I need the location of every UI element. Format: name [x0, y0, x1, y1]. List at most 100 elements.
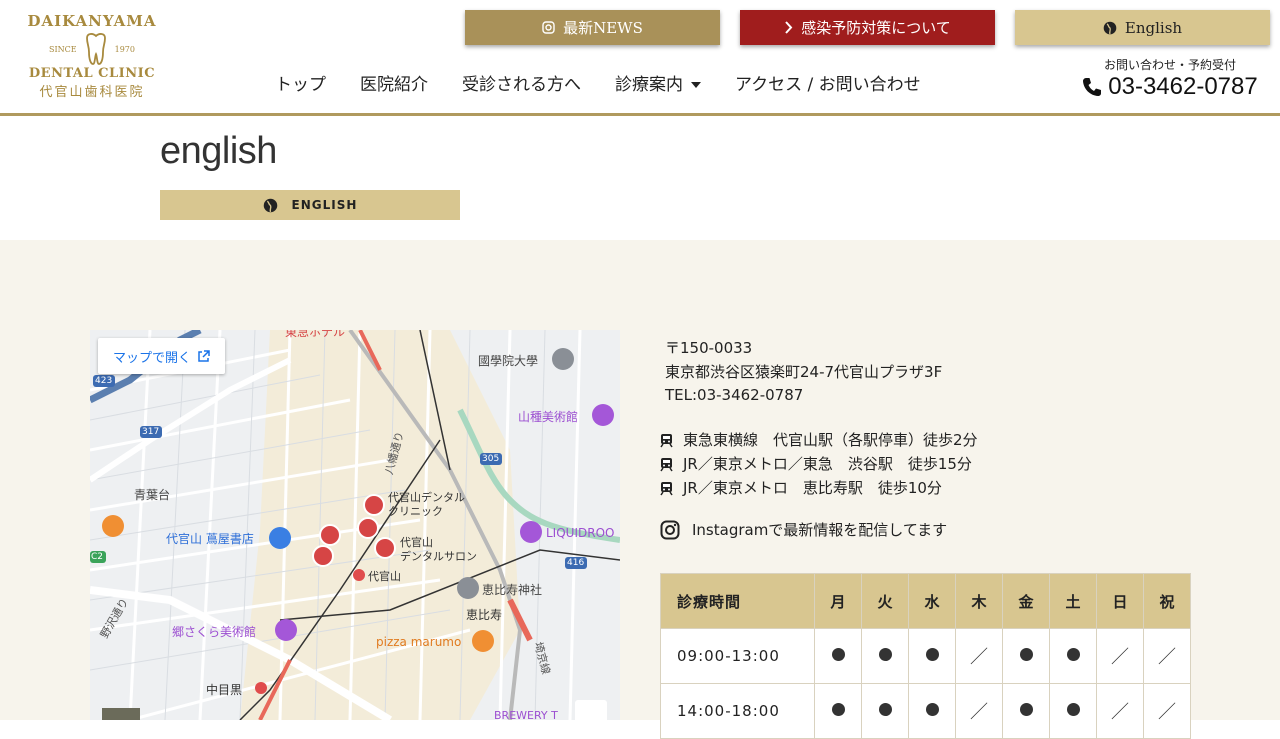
map-label: 代官山 — [368, 570, 401, 583]
availability-cell — [1002, 628, 1050, 684]
globe-icon — [1103, 21, 1117, 34]
tooth-icon — [85, 33, 106, 65]
infection-control-button[interactable]: 感染予防対策について — [740, 10, 995, 45]
availability-cell: ／ — [1096, 683, 1144, 739]
train-icon — [660, 481, 673, 495]
chevron-right-icon — [785, 21, 793, 34]
logo-japanese: 代官山歯科医院 — [39, 85, 145, 100]
availability-cell — [1002, 683, 1050, 739]
closed-slash: ／ — [970, 647, 988, 668]
availability-cell: ／ — [955, 628, 1003, 684]
open-dot-icon — [1019, 648, 1033, 661]
phone-number[interactable]: TEL:03-3462-0787 — [665, 384, 942, 408]
open-dot-icon — [831, 648, 845, 661]
availability-cell — [1049, 683, 1097, 739]
site-header: DAIKANYAMA SINCE 1970 DENTAL CLINIC 代官山歯… — [0, 0, 1280, 116]
map-label: LIQUIDROO — [546, 526, 615, 540]
availability-cell: ／ — [1096, 628, 1144, 684]
route-shield: 416 — [567, 558, 585, 568]
access-item: JR／東京メトロ 恵比寿駅 徒歩10分 — [660, 476, 978, 500]
open-dot-icon — [831, 703, 845, 716]
nav-access[interactable]: アクセス / お問い合わせ — [718, 66, 938, 99]
availability-cell — [814, 683, 862, 739]
train-icon — [660, 457, 673, 471]
train-icon — [660, 433, 673, 447]
availability-cell — [908, 628, 956, 684]
time-slot: 09:00-13:00 — [660, 628, 815, 684]
english-section-button[interactable]: ENGLISH — [160, 190, 460, 220]
closed-slash: ／ — [1158, 647, 1176, 668]
table-row: 14:00-18:00 ／／／ — [660, 683, 1191, 739]
nav-patients[interactable]: 受診される方へ — [445, 66, 598, 99]
availability-cell: ／ — [1143, 683, 1191, 739]
open-dot-icon — [1066, 648, 1080, 661]
map-label: 青葉台 — [134, 488, 171, 502]
open-in-maps-button[interactable]: マップで開く — [98, 338, 225, 374]
map-label: pizza marumo — [376, 635, 462, 649]
closed-slash: ／ — [1111, 647, 1129, 668]
english-button[interactable]: English — [1015, 10, 1270, 45]
logo-since: SINCE 1970 — [22, 32, 162, 66]
route-shield: 423 — [95, 376, 113, 386]
zip-code: 〒150-0033 — [665, 339, 753, 357]
map-label: 郷さくら美術館 — [172, 625, 257, 639]
access-item: 東急東横線 代官山駅（各駅停車）徒歩2分 — [660, 428, 978, 452]
day-header: 祝 — [1143, 573, 1191, 629]
address-block: 〒150-0033 東京都渋谷区猿楽町24-7代官山プラザ3F TEL:03-3… — [665, 337, 942, 408]
logo-name: DAIKANYAMA — [27, 12, 157, 30]
main-nav: トップ 医院紹介 受診される方へ 診療案内 アクセス / お問い合わせ — [258, 66, 938, 99]
news-button[interactable]: 最新NEWS — [465, 10, 720, 45]
availability-cell — [814, 628, 862, 684]
open-dot-icon — [925, 703, 939, 716]
logo-subtitle: DENTAL CLINIC — [28, 66, 156, 81]
day-header: 日 — [1096, 573, 1144, 629]
day-header: 水 — [908, 573, 956, 629]
map-label: 東急ホテル — [285, 330, 346, 339]
map-label: 國學院大學 — [478, 354, 539, 368]
external-link-icon — [198, 349, 210, 362]
map-label: 恵比寿 — [466, 608, 503, 622]
availability-cell — [1049, 628, 1097, 684]
phone-link[interactable]: 03-3462-0787 — [1080, 73, 1260, 101]
map-label: 代官山デンタル クリニック — [388, 491, 465, 518]
map-label: 山種美術館 — [518, 410, 579, 424]
hours-header: 診療時間 — [660, 573, 815, 629]
clinic-logo[interactable]: DAIKANYAMA SINCE 1970 DENTAL CLINIC 代官山歯… — [22, 8, 162, 104]
access-list: 東急東横線 代官山駅（各駅停車）徒歩2分 JR／東京メトロ／東急 渋谷駅 徒歩1… — [660, 428, 978, 500]
caret-down-icon — [691, 82, 701, 88]
map-label: 代官山 蔦屋書店 — [166, 532, 254, 546]
instagram-link[interactable]: Instagramで最新情報を配信してます — [660, 519, 947, 540]
map-label: 恵比寿神社 — [482, 583, 543, 597]
instagram-icon — [660, 520, 680, 539]
table-row: 09:00-13:00 ／ ／ ／ — [660, 628, 1191, 684]
page-title: english — [160, 130, 277, 172]
open-dot-icon — [1019, 703, 1033, 716]
availability-cell — [861, 628, 909, 684]
nav-treatment[interactable]: 診療案内 — [598, 66, 718, 99]
availability-cell — [861, 683, 909, 739]
google-map[interactable]: 東急ホテル 國學院大學 山種美術館 青葉台 代官山 蔦屋書店 代官山デンタル クリ… — [90, 330, 620, 720]
map-label: 代官山 デンタルサロン — [400, 536, 477, 563]
table-header-row: 診療時間 月 火 水 木 金 土 日 祝 — [660, 573, 1191, 629]
nav-top[interactable]: トップ — [258, 66, 343, 99]
day-header: 土 — [1049, 573, 1097, 629]
nav-about[interactable]: 医院紹介 — [343, 66, 445, 99]
availability-cell — [908, 683, 956, 739]
open-dot-icon — [925, 648, 939, 661]
time-slot: 14:00-18:00 — [660, 683, 815, 739]
instagram-icon — [542, 21, 555, 34]
access-item: JR／東京メトロ／東急 渋谷駅 徒歩15分 — [660, 452, 978, 476]
phone-icon — [1083, 78, 1102, 96]
open-dot-icon — [878, 703, 892, 716]
route-shield: 317 — [142, 427, 160, 437]
day-header: 火 — [861, 573, 909, 629]
map-label: BREWERY T — [494, 709, 558, 720]
globe-icon — [263, 198, 277, 212]
open-dot-icon — [878, 648, 892, 661]
day-header: 木 — [955, 573, 1003, 629]
availability-cell: ／ — [955, 683, 1003, 739]
map-label: 中目黒 — [206, 683, 243, 697]
route-shield: C2 — [91, 552, 104, 562]
street-address: 東京都渋谷区猿楽町24-7代官山プラザ3F — [665, 362, 943, 381]
availability-cell: ／ — [1143, 628, 1191, 684]
